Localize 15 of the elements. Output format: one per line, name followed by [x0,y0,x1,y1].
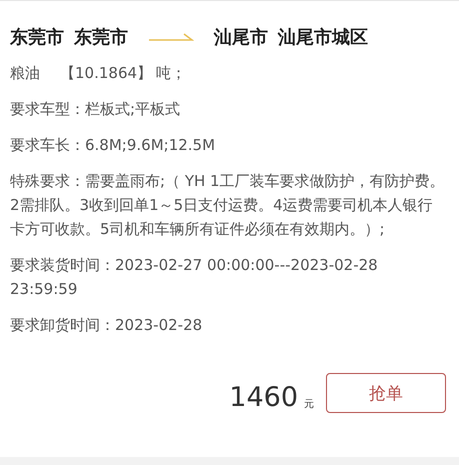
detail-text: 要求车长：6.8M;9.6M;12.5M [10,135,216,156]
cargo-quantity: 【10.1864】 [60,63,152,84]
detail-text: 要求车型：栏板式;平板式 [10,99,182,120]
detail-text: 要求卸货时间：2023-02-28 [10,315,204,336]
detail-text: 要求装货时间：2023-02-27 00:00:00---2023-02-28 23:59:59 [10,255,379,300]
destination-district: 汕尾市城区 [278,26,368,49]
grab-order-button[interactable]: 抢单 [326,373,446,413]
destination-city: 汕尾市 [214,26,268,49]
price-amount: 1460 [229,383,298,413]
cargo-unit: 吨； [156,63,186,84]
origin-district: 东莞市 [74,26,128,49]
detail-text: 特殊要求：需要盖雨布;（ YH 1工厂装车要求做防护，有防护费。2需排队。3收到回单1～5日支付运费。4运费需要司机本人银行卡方可收款。5司机和车辆所有证件必须在有效期内。）; [10,171,446,240]
currency-label: 元 [304,398,314,411]
origin-city: 东莞市 [10,26,64,49]
cargo-name: 粮油 [10,63,40,84]
